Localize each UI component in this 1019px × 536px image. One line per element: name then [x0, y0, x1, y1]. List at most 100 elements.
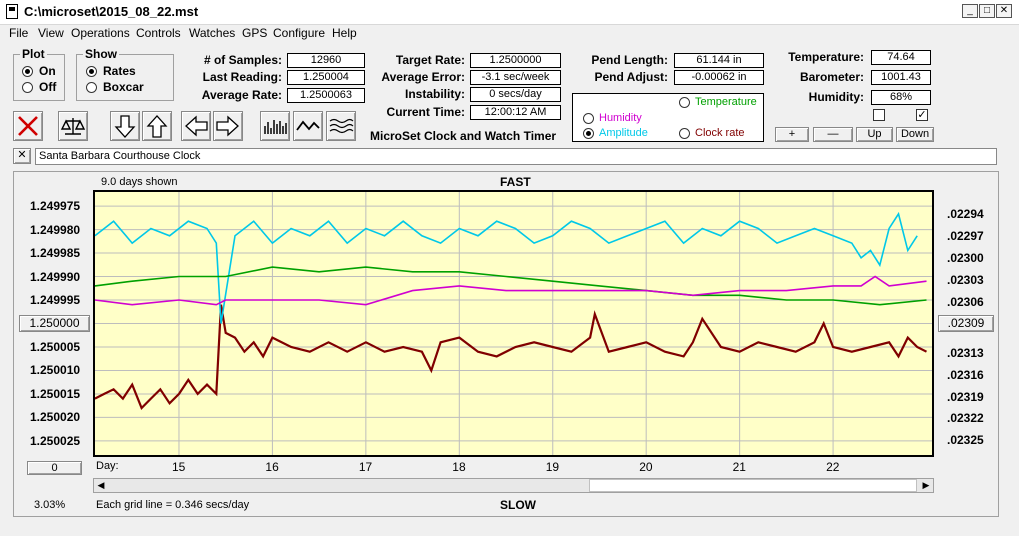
left-tick-label: 1.249980	[30, 222, 81, 237]
percent-label: 3.03%	[34, 499, 66, 511]
plot-off-label: Off	[39, 80, 57, 94]
menu-operations[interactable]: Operations	[71, 26, 130, 40]
days-shown-label: 9.0 days shown	[101, 176, 178, 188]
instability-value: 0 secs/day	[470, 87, 561, 102]
left-tick-label: 1.249995	[30, 293, 81, 308]
checkbox-2[interactable]: ✓	[916, 109, 928, 121]
right-tick-label: .02325	[947, 433, 984, 448]
show-rates-radio[interactable]	[86, 66, 97, 77]
plus-button[interactable]: +	[775, 127, 809, 142]
amplitude-radio[interactable]	[583, 128, 594, 139]
pend-length-value: 61.144 in	[674, 53, 764, 68]
pend-adjust-label: Pend Adjust:	[594, 70, 668, 84]
x-tick-label: 21	[732, 460, 746, 474]
right-tick-label: .02297	[947, 228, 984, 243]
menu-help[interactable]: Help	[332, 26, 357, 40]
last-reading-value: 1.250004	[287, 70, 365, 85]
histogram-icon	[264, 120, 287, 134]
show-boxcar-radio[interactable]	[86, 82, 97, 93]
pend-adjust-value: -0.00062 in	[674, 70, 764, 85]
right-tick-label: .02319	[947, 389, 984, 404]
x-tick-label: 16	[265, 460, 279, 474]
menu-watches[interactable]: Watches	[189, 26, 235, 40]
title-bar: C:\microset\2015_08_22.mst _ □ ✕	[0, 0, 1019, 25]
instability-label: Instability:	[404, 87, 465, 101]
grid-note: Each grid line = 0.346 secs/day	[96, 499, 250, 511]
arrow-left-icon	[185, 115, 208, 137]
up-button[interactable]: Up	[856, 127, 893, 142]
wave-button[interactable]	[293, 111, 323, 141]
scroll-right-icon[interactable]: ▶	[919, 479, 933, 492]
x-tick-label: 19	[545, 460, 560, 474]
checkbox-1[interactable]	[873, 109, 885, 121]
scroll-left-icon[interactable]: ◀	[94, 479, 108, 492]
show-group-title: Show	[85, 47, 117, 61]
temperature-label: Temperature:	[788, 50, 864, 64]
average-error-label: Average Error:	[381, 70, 465, 84]
down-button[interactable]: Down	[896, 127, 934, 142]
arrow-down-icon	[114, 115, 136, 138]
minimize-button[interactable]: _	[962, 4, 978, 18]
menu-bar: File View Operations Controls Watches GP…	[0, 24, 1019, 42]
fast-label: FAST	[500, 175, 531, 189]
humidity-option-label: Humidity	[599, 112, 642, 124]
left-tick-label: 1.250010	[30, 363, 81, 378]
arrow-up-button[interactable]	[142, 111, 172, 141]
humidity-value: 68%	[871, 90, 931, 105]
right-axis-center-button[interactable]: .02309	[938, 315, 994, 332]
x-tick-label: 15	[171, 460, 186, 474]
plot-on-label: On	[39, 64, 56, 78]
x-tick-label: 18	[452, 460, 466, 474]
arrow-right-icon	[216, 115, 239, 137]
right-tick-label: .02313	[947, 345, 984, 360]
close-window-button[interactable]: ✕	[996, 4, 1012, 18]
minus-button[interactable]: —	[813, 127, 853, 142]
app-icon	[6, 4, 18, 19]
multi-wave-button[interactable]	[326, 111, 356, 141]
x-tick-label: 17	[358, 460, 373, 474]
average-error-value: -3.1 sec/week	[470, 70, 561, 85]
right-tick-label: .02300	[947, 250, 984, 265]
samples-value: 12960	[287, 53, 365, 68]
humidity-label: Humidity:	[808, 90, 864, 104]
left-tick-label: 1.249990	[30, 269, 81, 284]
humidity-radio[interactable]	[583, 113, 594, 124]
show-rates-label: Rates	[103, 64, 136, 78]
average-rate-label: Average Rate:	[201, 88, 282, 102]
arrow-right-button[interactable]	[213, 111, 243, 141]
right-tick-label: .02316	[947, 367, 984, 382]
samples-label: # of Samples:	[203, 53, 282, 67]
clock-name-field[interactable]: Santa Barbara Courthouse Clock	[35, 148, 997, 165]
last-reading-label: Last Reading:	[202, 70, 282, 84]
day-axis-label: Day:	[96, 460, 119, 472]
left-tick-label: 1.250005	[30, 339, 81, 354]
zero-button[interactable]: 0	[27, 461, 82, 475]
balance-button[interactable]	[58, 111, 88, 141]
menu-controls[interactable]: Controls	[136, 26, 181, 40]
average-rate-value: 1.2500063	[287, 88, 365, 103]
right-tick-label: .02322	[947, 411, 984, 426]
maximize-button[interactable]: □	[979, 4, 995, 18]
menu-view[interactable]: View	[38, 26, 64, 40]
wave-icon	[296, 120, 320, 131]
menu-gps[interactable]: GPS	[242, 26, 267, 40]
clock-rate-radio[interactable]	[679, 128, 690, 139]
temperature-radio[interactable]	[679, 97, 690, 108]
plot-on-radio[interactable]	[22, 66, 33, 77]
left-axis-center-button[interactable]: 1.250000	[19, 315, 90, 332]
right-tick-label: .02306	[947, 294, 984, 309]
stop-button[interactable]	[13, 111, 43, 141]
menu-configure[interactable]: Configure	[273, 26, 325, 40]
menu-file[interactable]: File	[9, 26, 28, 40]
chart-plot	[93, 190, 934, 457]
arrow-left-button[interactable]	[181, 111, 211, 141]
scrollbar-thumb[interactable]	[589, 479, 917, 492]
slow-label: SLOW	[500, 498, 536, 512]
clear-clock-name-button[interactable]: ✕	[13, 148, 31, 164]
arrow-down-button[interactable]	[110, 111, 140, 141]
histogram-button[interactable]	[260, 111, 290, 141]
show-boxcar-label: Boxcar	[103, 80, 144, 94]
barometer-label: Barometer:	[799, 70, 864, 84]
plot-off-radio[interactable]	[22, 82, 33, 93]
left-tick-label: 1.250020	[30, 410, 81, 425]
